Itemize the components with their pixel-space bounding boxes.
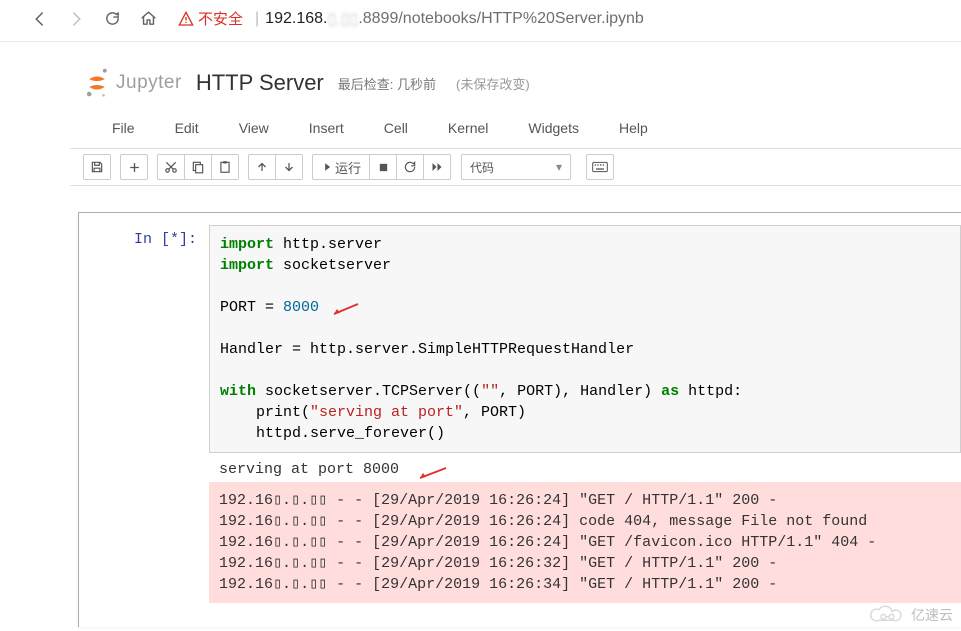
not-secure-badge: 不安全 — [178, 8, 243, 29]
url-bar[interactable]: 不安全 | 192.168.▯.▯▯.8899/notebooks/HTTP%2… — [172, 6, 951, 31]
paste-icon — [218, 160, 232, 174]
fast-forward-button[interactable] — [423, 154, 451, 180]
code-content: import http.server import socketserver P… — [220, 234, 950, 444]
stop-icon — [378, 162, 389, 173]
move-down-button[interactable] — [275, 154, 303, 180]
last-check-prefix: 最后检查: — [338, 77, 394, 92]
forward-button[interactable] — [64, 7, 88, 31]
last-checkpoint: 最后检查: 几秒前 — [338, 74, 436, 93]
menu-bar: File Edit View Insert Cell Kernel Widget… — [70, 106, 961, 149]
unsaved-indicator: (未保存改变) — [456, 74, 530, 93]
jupyter-icon — [84, 68, 110, 98]
add-cell-button[interactable] — [120, 154, 148, 180]
run-icon — [321, 162, 331, 172]
save-button[interactable] — [83, 154, 111, 180]
output-area: serving at port 8000 192.16▯.▯.▯▯ - - [2… — [209, 453, 961, 603]
code-cell[interactable]: In [*]: import http.server import socket… — [79, 213, 961, 603]
fast-forward-icon — [430, 161, 444, 173]
url-host: 192.168. — [265, 10, 327, 28]
url-rest: .8899/notebooks/HTTP%20Server.ipynb — [358, 10, 644, 28]
menu-widgets[interactable]: Widgets — [508, 116, 599, 140]
celltype-select[interactable]: 代码 — [461, 154, 571, 180]
keyboard-icon — [592, 161, 608, 173]
menu-kernel[interactable]: Kernel — [428, 116, 508, 140]
jupyter-logo-text: Jupyter — [116, 72, 182, 94]
plus-icon — [128, 161, 141, 174]
celltype-value: 代码 — [470, 159, 494, 176]
cut-icon — [164, 160, 178, 174]
run-button[interactable]: 运行 — [312, 154, 370, 180]
watermark-icon — [870, 605, 906, 625]
notebook: In [*]: import http.server import socket… — [78, 212, 961, 627]
jupyter-page: Jupyter HTTP Server 最后检查: 几秒前 (未保存改变) Fi… — [0, 42, 961, 627]
notebook-container: In [*]: import http.server import socket… — [70, 186, 961, 627]
toolbar: 运行 代码 — [70, 149, 961, 186]
warning-icon — [178, 11, 194, 27]
copy-button[interactable] — [184, 154, 212, 180]
url-separator: | — [255, 10, 259, 28]
save-icon — [90, 160, 104, 174]
menu-cell[interactable]: Cell — [364, 116, 428, 140]
menu-insert[interactable]: Insert — [289, 116, 364, 140]
arrow-up-icon — [256, 161, 268, 173]
jupyter-logo[interactable]: Jupyter — [84, 68, 182, 98]
home-button[interactable] — [136, 7, 160, 31]
browser-bar: 不安全 | 192.168.▯.▯▯.8899/notebooks/HTTP%2… — [0, 0, 961, 42]
reload-button[interactable] — [100, 7, 124, 31]
jupyter-header: Jupyter HTTP Server 最后检查: 几秒前 (未保存改变) — [70, 60, 961, 106]
watermark: 亿速云 — [870, 605, 953, 625]
restart-button[interactable] — [396, 154, 424, 180]
move-up-button[interactable] — [248, 154, 276, 180]
last-check-value: 几秒前 — [397, 77, 436, 92]
menu-edit[interactable]: Edit — [155, 116, 219, 140]
code-input-area[interactable]: import http.server import socketserver P… — [209, 225, 961, 453]
input-prompt: In [*]: — [79, 225, 209, 453]
restart-icon — [403, 160, 417, 174]
url-obscured: ▯.▯▯ — [327, 9, 358, 29]
menu-file[interactable]: File — [92, 116, 155, 140]
cut-button[interactable] — [157, 154, 185, 180]
arrow-down-icon — [283, 161, 295, 173]
stdout: serving at port 8000 — [209, 453, 961, 482]
stop-button[interactable] — [369, 154, 397, 180]
stderr: 192.16▯.▯.▯▯ - - [29/Apr/2019 16:26:24] … — [209, 482, 961, 603]
back-button[interactable] — [28, 7, 52, 31]
watermark-text: 亿速云 — [911, 605, 953, 625]
menu-help[interactable]: Help — [599, 116, 668, 140]
menu-view[interactable]: View — [219, 116, 289, 140]
copy-icon — [191, 160, 205, 174]
stderr-content: 192.16▯.▯.▯▯ - - [29/Apr/2019 16:26:24] … — [219, 490, 951, 595]
run-label: 运行 — [335, 158, 361, 177]
command-palette-button[interactable] — [586, 154, 614, 180]
notebook-title[interactable]: HTTP Server — [196, 70, 324, 96]
paste-button[interactable] — [211, 154, 239, 180]
not-secure-label: 不安全 — [198, 8, 243, 29]
